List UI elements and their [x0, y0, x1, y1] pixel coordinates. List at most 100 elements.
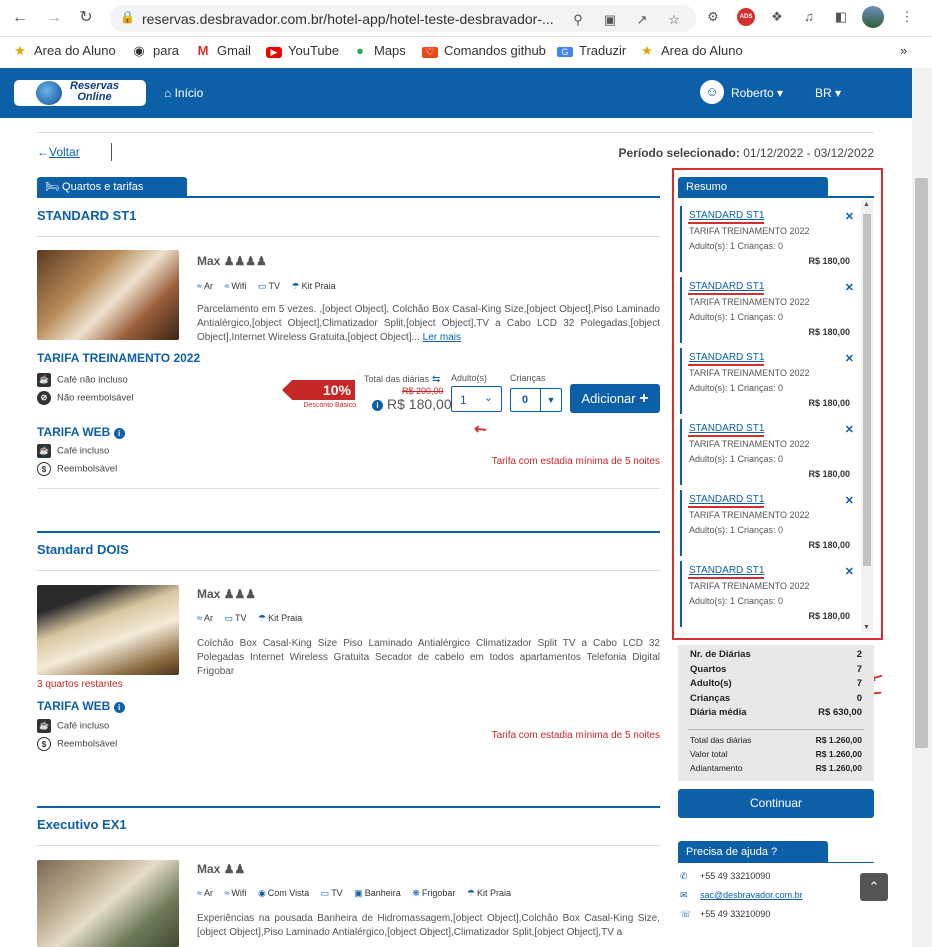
- info-icon[interactable]: i: [113, 702, 125, 713]
- more-bookmarks-icon[interactable]: »: [900, 43, 907, 58]
- share-icon[interactable]: ↗: [634, 12, 650, 28]
- amenity-label: TV: [234, 613, 247, 623]
- settings-gear-icon[interactable]: ⚙: [704, 8, 722, 26]
- annotation-underline: [688, 506, 764, 508]
- amenities: ≈ Ar ▭ TV ☂ Kit Praia: [197, 613, 311, 624]
- help-whatsapp[interactable]: ☏ +55 49 33210090: [680, 909, 770, 920]
- media-control-icon[interactable]: ♫: [800, 8, 818, 26]
- stat-label: Adulto(s): [690, 678, 732, 689]
- summary-scrollbar[interactable]: ▲ ▼: [861, 200, 873, 632]
- wifi-icon: ≈: [224, 888, 230, 898]
- room-photo[interactable]: [37, 585, 179, 675]
- bookmark-star-icon[interactable]: ☆: [666, 12, 682, 28]
- bookmark-youtube[interactable]: ▶ YouTube: [266, 43, 339, 58]
- summary-room-link[interactable]: STANDARD ST1: [689, 423, 764, 434]
- room-photo[interactable]: [37, 250, 179, 340]
- summary-room-link[interactable]: STANDARD ST1: [689, 494, 764, 505]
- swap-icon[interactable]: ⇆: [432, 374, 440, 385]
- scrollbar-thumb[interactable]: [915, 178, 928, 748]
- chevron-double-up-icon: ⌃: [868, 879, 880, 894]
- remove-icon[interactable]: ✕: [845, 423, 854, 436]
- add-button[interactable]: Adicionar +: [570, 384, 660, 413]
- remove-icon[interactable]: ✕: [845, 281, 854, 294]
- refund-info: $ Reembolsável: [37, 462, 117, 476]
- help-email[interactable]: ✉ sac@desbravador.com.br: [680, 890, 803, 901]
- divider: [37, 845, 660, 846]
- scroll-down-icon[interactable]: ▼: [863, 624, 870, 631]
- logo-text: Reservas Online: [70, 81, 119, 103]
- site-header: Reservas Online ⌂ Início ☺ Roberto ▾ BR ▾: [0, 68, 912, 118]
- bookmark-label: Area do Aluno: [34, 43, 116, 58]
- remove-icon[interactable]: ✕: [845, 352, 854, 365]
- menu-kebab-icon[interactable]: ⋮: [898, 8, 916, 26]
- extensions-puzzle-icon[interactable]: ❖: [768, 8, 786, 26]
- remove-icon[interactable]: ✕: [845, 565, 854, 578]
- summary-item: STANDARD ST1 ✕ TARIFA TREINAMENTO 2022 Adul…: [680, 419, 858, 485]
- reload-icon[interactable]: ↻: [76, 8, 96, 28]
- info-icon[interactable]: i: [113, 428, 125, 439]
- bookmark-area-do-aluno-2[interactable]: ★ Area do Aluno: [639, 43, 743, 59]
- room-photo[interactable]: [37, 860, 179, 947]
- tv-icon: ▭: [224, 613, 233, 623]
- room-description: Experiências na pousada Banheira de Hidr…: [197, 913, 660, 938]
- summary-room-link[interactable]: STANDARD ST1: [689, 281, 764, 292]
- umbrella-icon: ☂: [258, 613, 267, 623]
- summary-room-link[interactable]: STANDARD ST1: [689, 352, 764, 363]
- back-link[interactable]: ←Voltar: [37, 145, 80, 159]
- forward-arrow-icon[interactable]: →: [44, 8, 64, 28]
- remove-icon[interactable]: ✕: [845, 494, 854, 507]
- profile-avatar[interactable]: [862, 6, 884, 28]
- summary-room-link[interactable]: STANDARD ST1: [689, 565, 764, 576]
- back-to-top-button[interactable]: ⌃: [860, 873, 888, 901]
- email-link[interactable]: sac@desbravador.com.br: [700, 890, 803, 900]
- tab-underline: [37, 196, 660, 198]
- summary-price: R$ 180,00: [808, 540, 850, 550]
- home-link[interactable]: ⌂ Início: [164, 86, 203, 100]
- continue-button[interactable]: Continuar: [678, 789, 874, 818]
- bookmark-comandos-github[interactable]: ♡ Comandos github: [422, 43, 546, 58]
- help-phone[interactable]: ✆ +55 49 33210090: [680, 871, 770, 882]
- language-menu[interactable]: BR ▾: [815, 86, 841, 100]
- max-label: Max: [197, 587, 221, 601]
- annotation-arrow: ↖: [470, 418, 491, 440]
- annotation-underline: [688, 577, 764, 579]
- bookmark-maps[interactable]: ● Maps: [352, 43, 406, 58]
- summary-price: R$ 180,00: [808, 327, 850, 337]
- breakfast-info: ☕ Café incluso: [37, 444, 109, 458]
- back-arrow-icon[interactable]: ←: [10, 8, 30, 28]
- summary-room-link[interactable]: STANDARD ST1: [689, 210, 764, 221]
- adults-select[interactable]: 1 ⌄: [451, 386, 502, 412]
- url-text[interactable]: reservas.desbravador.com.br/hotel-app/ho…: [142, 11, 642, 27]
- adblock-extension-icon[interactable]: ADS: [737, 8, 755, 26]
- bookmark-gmail[interactable]: M Gmail: [195, 43, 251, 58]
- side-panel-icon[interactable]: ◧: [832, 8, 850, 26]
- read-more-link[interactable]: Ler mais: [423, 332, 461, 343]
- reservas-online-logo[interactable]: Reservas Online: [14, 80, 146, 106]
- scroll-up-icon[interactable]: ▲: [863, 201, 870, 208]
- room-title: STANDARD ST1: [37, 208, 137, 223]
- amenity-label: Wifi: [231, 888, 247, 898]
- children-select[interactable]: 0 ▼: [510, 388, 562, 412]
- caret-down-icon: ▼: [540, 389, 561, 411]
- user-menu[interactable]: Roberto ▾: [731, 86, 783, 100]
- refund-label: Reembolsável: [57, 463, 118, 475]
- max-occupancy: Max ♟♟: [197, 862, 245, 876]
- bookmark-para[interactable]: ◉ para: [131, 43, 179, 59]
- amenities: ≈ Ar ≈ Wifi ▭ TV ☂ Kit Praia: [197, 281, 345, 292]
- address-bar[interactable]: 🔒 reservas.desbravador.com.br/hotel-app/…: [110, 5, 696, 32]
- zoom-icon[interactable]: ⚲: [570, 12, 586, 28]
- summary-scrollbar-thumb[interactable]: [863, 214, 871, 566]
- info-icon[interactable]: i: [372, 400, 383, 411]
- max-label: Max: [197, 254, 221, 268]
- price: R$ 180,00: [387, 396, 452, 412]
- amenity-com-vista: ◉ Com Vista: [258, 888, 309, 898]
- bookmark-area-do-aluno[interactable]: ★ Area do Aluno: [12, 43, 116, 59]
- remove-icon[interactable]: ✕: [845, 210, 854, 223]
- install-app-icon[interactable]: ▣: [602, 12, 618, 28]
- user-avatar-icon[interactable]: ☺: [700, 80, 724, 104]
- bookmark-traduzir[interactable]: G Traduzir: [557, 43, 626, 58]
- page-scrollbar[interactable]: [912, 68, 932, 947]
- back-label[interactable]: Voltar: [49, 145, 80, 159]
- summary-people: Adulto(s): 1 Crianças: 0: [689, 383, 784, 393]
- amenity-tv: ▭ TV: [258, 281, 280, 291]
